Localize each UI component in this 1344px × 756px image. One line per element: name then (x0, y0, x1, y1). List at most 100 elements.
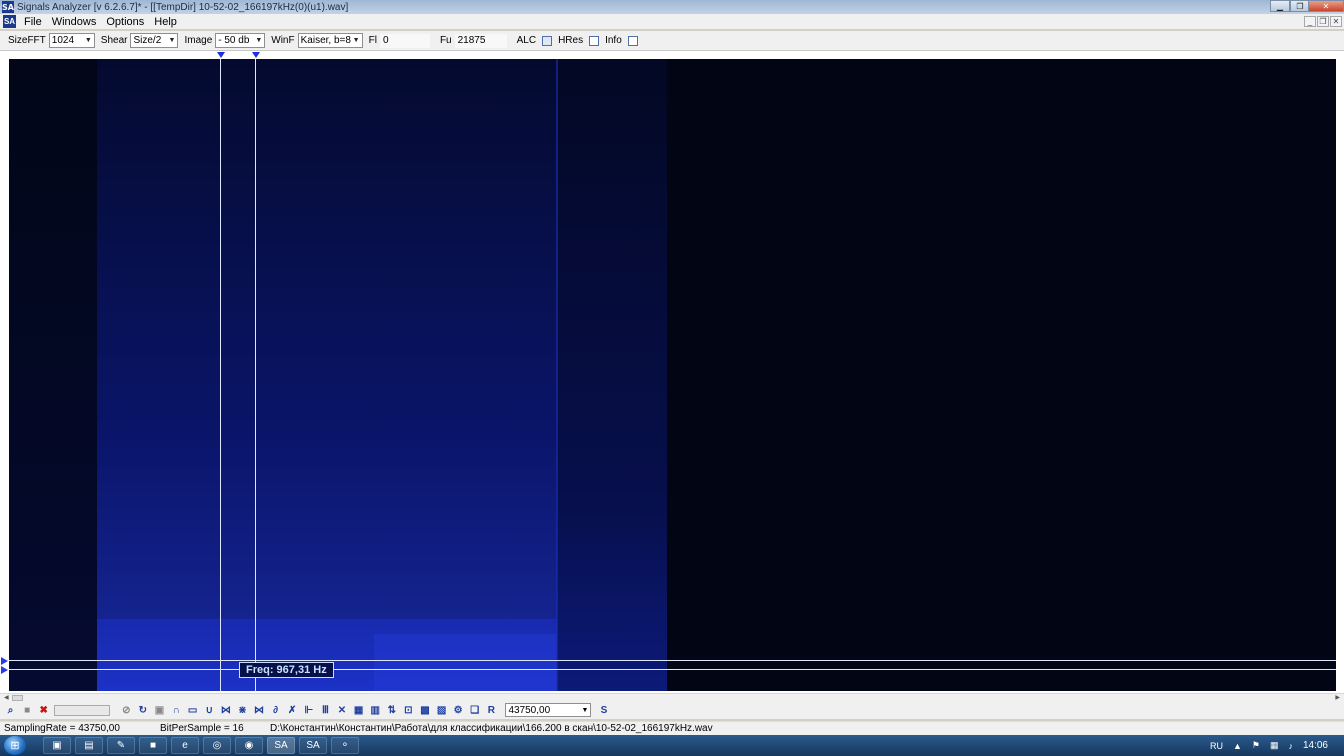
start-button[interactable]: ⊞ (4, 736, 26, 755)
title-bar: SA Signals Analyzer [v 6.2.6.7]* - [[Tem… (0, 0, 1344, 14)
menu-help[interactable]: Help (149, 16, 182, 28)
box-icon[interactable]: ▣ (153, 704, 166, 717)
chevron-down-icon: ▼ (255, 37, 263, 44)
freq-marker-a-handle[interactable] (1, 657, 8, 665)
disable-icon[interactable]: ⊘ (120, 704, 133, 717)
status-bits: BitPerSample = 16 (160, 723, 244, 734)
arc-up-icon[interactable]: ∩ (170, 704, 183, 717)
fu-input[interactable]: 21875 (454, 33, 507, 48)
sizefft-select[interactable]: 1024 ▼ (48, 33, 95, 48)
mdi-restore-button[interactable]: ❐ (1317, 16, 1329, 27)
language-indicator[interactable]: RU (1210, 741, 1223, 751)
arc-down-icon[interactable]: ∪ (203, 704, 216, 717)
scroll-left-icon[interactable]: ◀ (4, 694, 9, 701)
time-marker-b-handle[interactable] (252, 52, 260, 58)
spectrogram-svg (9, 59, 1336, 691)
system-tray: RU ▲ ⚑ ▦ ♪ 14:06 (1210, 735, 1344, 756)
gear-icon[interactable]: ⚙ (452, 704, 465, 717)
freq-marker-b-handle[interactable] (1, 666, 8, 674)
hres-checkbox[interactable] (589, 35, 600, 46)
taskbar-app-7[interactable]: ◉ (235, 737, 263, 754)
shear-label: Shear (100, 35, 128, 46)
band-tail (557, 59, 667, 691)
mdi-controls: _ ❐ ✕ (1304, 16, 1342, 27)
winf-label: WinF (271, 35, 295, 46)
menu-windows[interactable]: Windows (47, 16, 102, 28)
chevron-down-icon: ▼ (168, 37, 176, 44)
minimize-button[interactable]: ▁ (1270, 0, 1290, 12)
alc-label: ALC (516, 35, 537, 46)
taskbar-app-4[interactable]: ■ (139, 737, 167, 754)
volume-icon[interactable]: ♪ (1288, 741, 1293, 751)
document-icon[interactable]: SA (3, 15, 16, 28)
taskbar-app-2[interactable]: ▤ (75, 737, 103, 754)
app-icon: SA (2, 1, 14, 13)
stop-icon[interactable]: ■ (21, 704, 34, 717)
fl-label: Fl (368, 35, 377, 46)
mdi-close-button[interactable]: ✕ (1330, 16, 1342, 27)
hres-label: HRes (558, 35, 584, 46)
analysis-toolbar: ⌕ ■ ✖ ⊘ ↻ ▣ ∩ ▭ ∪ ⋈ ⋇ ⋈ ∂ ✗ ⊩ Ⅲ ✕ ▦ ▥ ⇅ … (0, 701, 1344, 719)
flag-icon[interactable]: ⚑ (1252, 740, 1260, 751)
marker-c-icon[interactable]: ⋈ (253, 704, 266, 717)
mdi-minimize-button[interactable]: _ (1304, 16, 1316, 27)
menu-file[interactable]: File (19, 16, 47, 28)
taskbar-app-1[interactable]: ▣ (43, 737, 71, 754)
marker-b-icon[interactable]: ⋇ (236, 704, 249, 717)
winf-select[interactable]: Kaiser, b=8 ▼ (297, 33, 363, 48)
r-button[interactable]: R (485, 704, 498, 717)
filter-icon[interactable]: ⊩ (302, 704, 315, 717)
maximize-button[interactable]: ❐ (1290, 0, 1310, 12)
taskbar-app-signals-analyzer[interactable]: SA (267, 737, 295, 754)
taskbar-app-10[interactable]: ⚬ (331, 737, 359, 754)
clock[interactable]: 14:06 (1303, 740, 1328, 751)
shear-select[interactable]: Size/2 ▼ (130, 33, 179, 48)
info-checkbox[interactable] (627, 35, 638, 46)
gain-slider[interactable] (53, 704, 110, 716)
image-select[interactable]: - 50 db ▼ (215, 33, 266, 48)
scroll-right-icon[interactable]: ▶ (1335, 694, 1340, 701)
copy-icon[interactable]: ❏ (468, 704, 481, 717)
settings-toolbar: SizeFFT 1024 ▼ Shear Size/2 ▼ Image - 50 d… (0, 31, 1344, 51)
rect-icon[interactable]: ▭ (186, 704, 199, 717)
marker-a-icon[interactable]: ⋈ (219, 704, 232, 717)
taskbar-app-9[interactable]: SA (299, 737, 327, 754)
freq-readout: Freq: 967,31 Hz (239, 662, 334, 678)
dt-icon[interactable]: ∂ (269, 704, 282, 717)
status-file-path: D:\Константин\Константин\Работа\для клас… (270, 723, 713, 734)
taskbar-app-3[interactable]: ✎ (107, 737, 135, 754)
spectrogram-canvas[interactable] (9, 59, 1336, 691)
split-icon[interactable]: ⇅ (385, 704, 398, 717)
close-button[interactable]: ✕ (1308, 0, 1344, 12)
columns-icon[interactable]: ▥ (369, 704, 382, 717)
windows-taskbar: ⊞ ▣ ▤ ✎ ■ e ◎ ◉ SA SA ⚬ RU ▲ ⚑ ▦ ♪ 14:06 (0, 735, 1344, 756)
fft-icon[interactable]: ▩ (418, 704, 431, 717)
iq-icon[interactable]: ⊡ (402, 704, 415, 717)
fl-input[interactable]: 0 (379, 33, 430, 48)
plot-area (0, 51, 1344, 694)
fu-label: Fu (439, 35, 452, 46)
x2-icon[interactable]: ✗ (286, 704, 299, 717)
bars-icon[interactable]: Ⅲ (319, 704, 332, 717)
menu-options[interactable]: Options (101, 16, 149, 28)
chevron-down-icon: ▼ (581, 706, 589, 714)
time-marker-a-handle[interactable] (217, 52, 225, 58)
chevron-down-icon: ▼ (84, 37, 92, 44)
delete-icon[interactable]: ✖ (37, 704, 50, 717)
loop-icon[interactable]: ↻ (136, 704, 149, 717)
horizontal-scrollbar[interactable]: ◀ ▶ (0, 693, 1344, 701)
sizefft-value: 1024 (51, 35, 75, 46)
taskbar-app-5[interactable]: e (171, 737, 199, 754)
status-sampling-rate: SamplingRate = 43750,00 (4, 723, 120, 734)
fft2-icon[interactable]: ▨ (435, 704, 448, 717)
tray-arrow-icon[interactable]: ▲ (1233, 741, 1242, 751)
zoom-icon[interactable]: ⌕ (4, 704, 17, 717)
cross-icon[interactable]: ✕ (336, 704, 349, 717)
s-button[interactable]: S (597, 704, 610, 717)
network-icon[interactable]: ▦ (1270, 740, 1279, 751)
grid-icon[interactable]: ▦ (352, 704, 365, 717)
taskbar-app-6[interactable]: ◎ (203, 737, 231, 754)
rate-select[interactable]: 43750,00 ▼ (505, 703, 592, 717)
winf-value: Kaiser, b=8 (300, 35, 351, 46)
alc-checkbox[interactable] (542, 35, 553, 46)
